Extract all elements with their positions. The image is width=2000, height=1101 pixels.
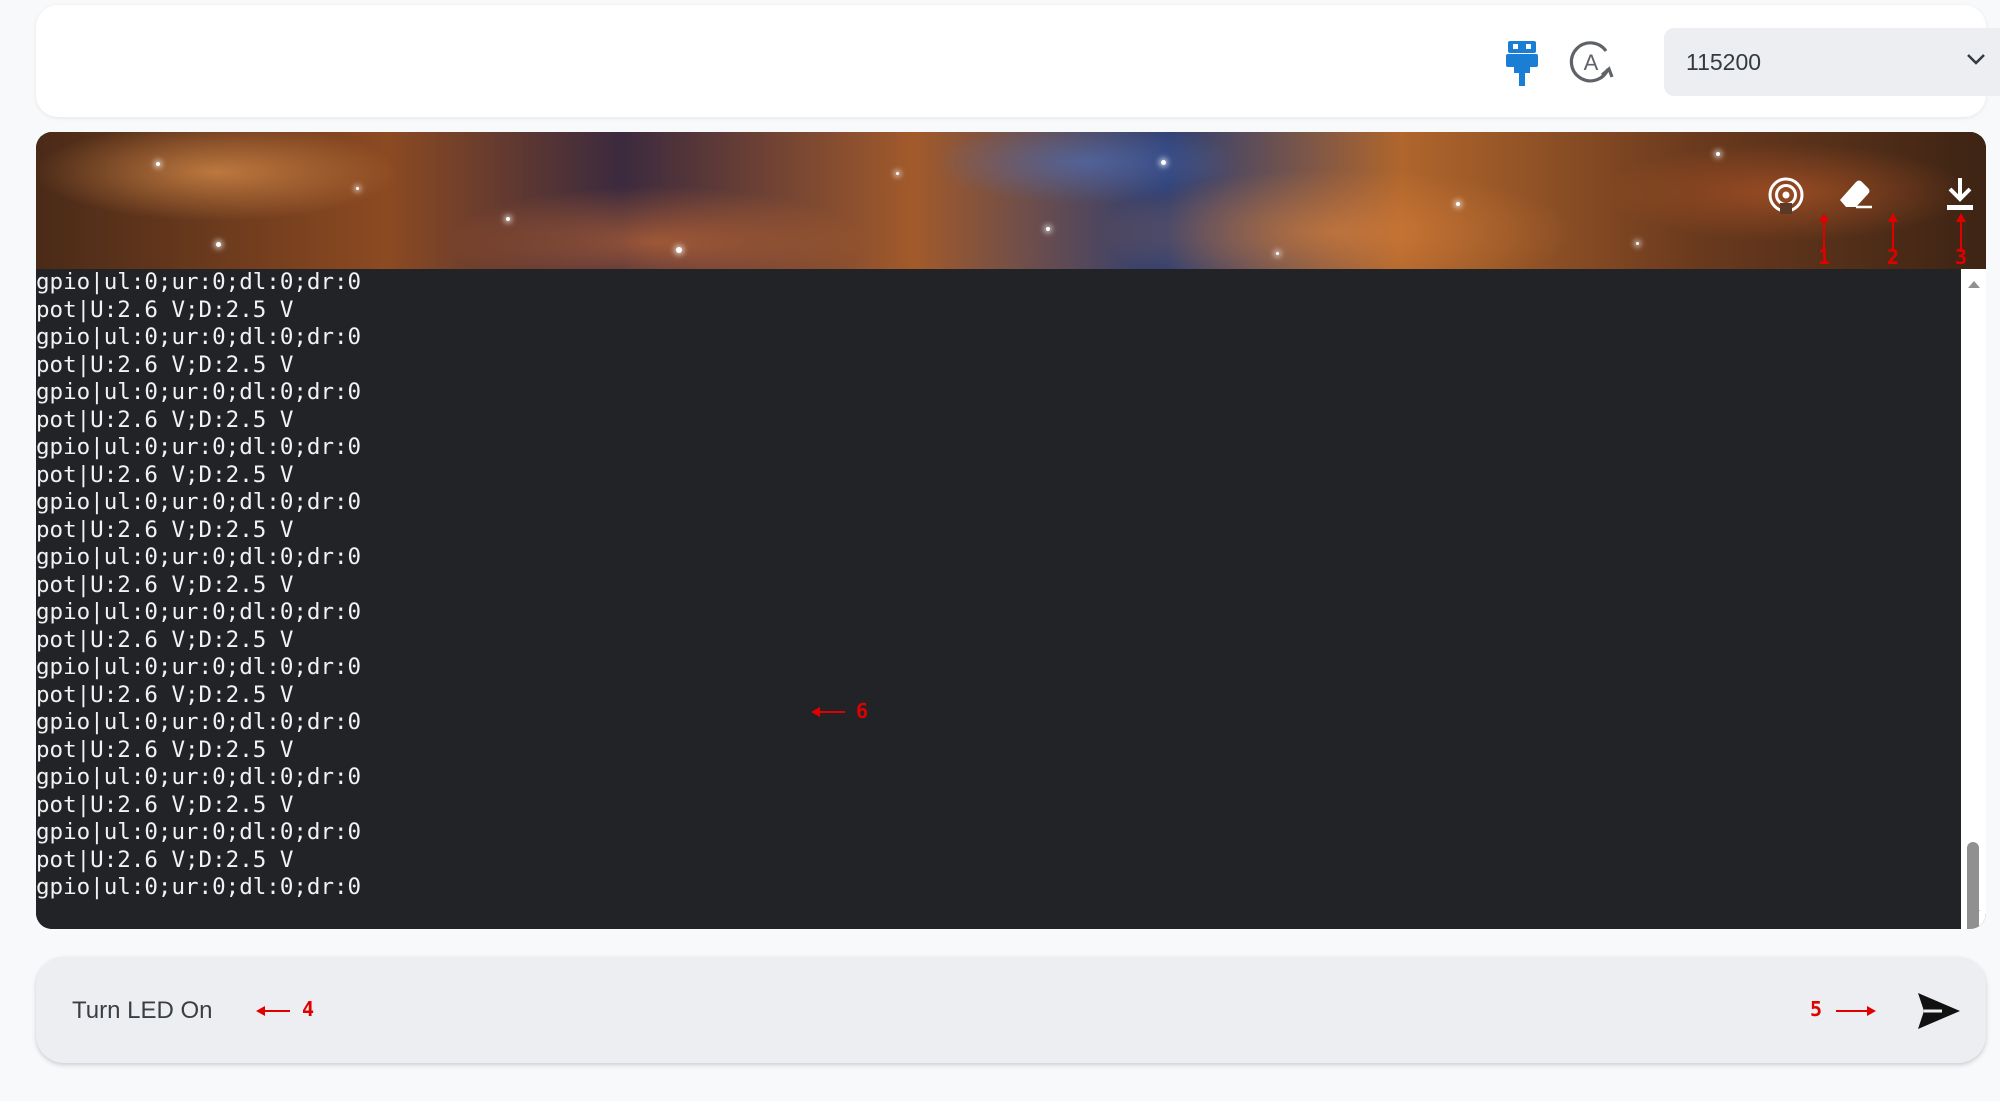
annotation-arrow-4 (256, 1006, 290, 1016)
output-line: gpio|ul:0;ur:0;dl:0;dr:0 (36, 269, 362, 295)
scroll-down-icon[interactable] (1967, 909, 1981, 919)
output-line: gpio|ul:0;ur:0;dl:0;dr:0 (36, 874, 362, 900)
output-line: pot|U:2.6 V;D:2.5 V (36, 516, 294, 543)
output-line: gpio|ul:0;ur:0;dl:0;dr:0 (36, 764, 362, 790)
terminal-panel: 1 2 3 gpio|ul:0;ur:0;dl:0;dr:0 pot|U:2.6… (36, 132, 1986, 929)
output-line: pot|U:2.6 V;D:2.5 V (36, 351, 294, 378)
output-line: pot|U:2.6 V;D:2.5 V (36, 296, 294, 323)
output-line: pot|U:2.6 V;D:2.5 V (36, 681, 294, 708)
output-line: pot|U:2.6 V;D:2.5 V (36, 461, 294, 488)
annotation-marker-6: 6 (856, 699, 869, 723)
banner-star (1276, 252, 1279, 255)
output-line: gpio|ul:0;ur:0;dl:0;dr:0 (36, 709, 362, 735)
output-line: gpio|ul:0;ur:0;dl:0;dr:0 (36, 819, 362, 845)
output-line: gpio|ul:0;ur:0;dl:0;dr:0 (36, 654, 362, 680)
output-line: gpio|ul:0;ur:0;dl:0;dr:0 (36, 544, 362, 570)
serial-output[interactable]: gpio|ul:0;ur:0;dl:0;dr:0 pot|U:2.6 V;D:2… (36, 269, 1961, 929)
banner-star (896, 172, 899, 175)
banner-star (1636, 242, 1639, 245)
banner-star (1161, 160, 1166, 165)
send-icon[interactable] (1916, 991, 1962, 1036)
banner-star (216, 242, 221, 247)
annotation-marker-3: 3 (1955, 245, 1968, 269)
baud-rate-select[interactable]: 115200 (1664, 28, 2000, 96)
banner-star (1046, 227, 1050, 231)
nebula-banner: 1 2 3 (36, 132, 1986, 269)
eraser-icon[interactable] (1836, 174, 1874, 212)
banner-star (676, 247, 682, 253)
banner-star (1716, 152, 1720, 156)
annotation-marker-2: 2 (1887, 245, 1900, 269)
output-line: pot|U:2.6 V;D:2.5 V (36, 626, 294, 653)
chevron-down-icon (1967, 54, 1985, 65)
output-line: pot|U:2.6 V;D:2.5 V (36, 571, 294, 598)
usb-plug-icon[interactable] (1504, 41, 1540, 92)
annotation-marker-1: 1 (1818, 245, 1831, 269)
annotation-marker-5: 5 (1810, 997, 1823, 1021)
annotation-marker-4: 4 (302, 997, 315, 1021)
baud-rate-value: 115200 (1686, 48, 1762, 75)
output-line: pot|U:2.6 V;D:2.5 V (36, 846, 294, 873)
scroll-up-icon[interactable] (1967, 279, 1981, 289)
command-input[interactable] (70, 987, 1774, 1035)
output-line: pot|U:2.6 V;D:2.5 V (36, 406, 294, 433)
broadcast-icon[interactable] (1767, 176, 1805, 214)
output-line: gpio|ul:0;ur:0;dl:0;dr:0 (36, 434, 362, 460)
output-line: gpio|ul:0;ur:0;dl:0;dr:0 (36, 489, 362, 515)
output-line: gpio|ul:0;ur:0;dl:0;dr:0 (36, 379, 362, 405)
annotation-arrow-6 (811, 707, 845, 717)
output-line: gpio|ul:0;ur:0;dl:0;dr:0 (36, 599, 362, 625)
annotation-arrow-5 (1836, 1006, 1876, 1016)
output-line: pot|U:2.6 V;D:2.5 V (36, 736, 294, 763)
output-scrollbar[interactable] (1961, 269, 1986, 929)
svg-text:A: A (1584, 50, 1599, 75)
top-toolbar: A 115200 (36, 5, 2000, 117)
auto-mode-icon[interactable]: A (1568, 39, 1614, 90)
banner-star (356, 187, 359, 190)
banner-star (1456, 202, 1460, 206)
download-icon[interactable] (1944, 176, 1976, 212)
output-line: pot|U:2.6 V;D:2.5 V (36, 791, 294, 818)
output-line: gpio|ul:0;ur:0;dl:0;dr:0 (36, 324, 362, 350)
banner-star (156, 162, 160, 166)
banner-star (506, 217, 510, 221)
command-composer: 4 5 (36, 957, 1986, 1063)
